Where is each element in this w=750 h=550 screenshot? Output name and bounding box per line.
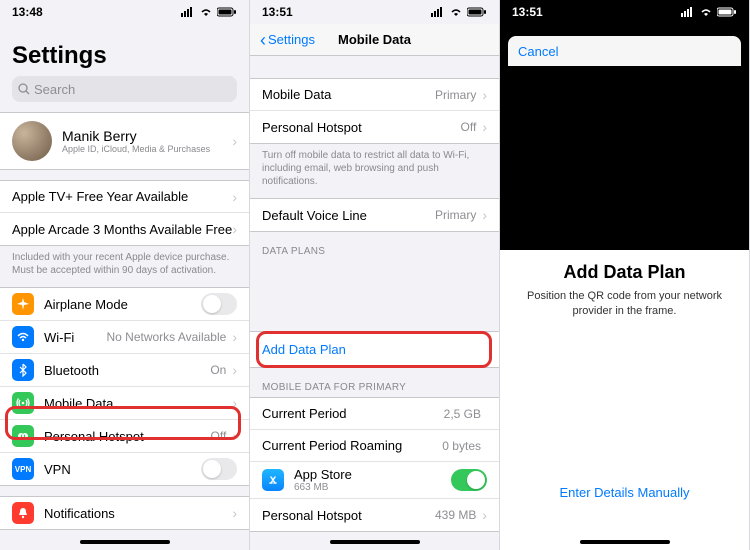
battery-icon [467, 7, 487, 17]
wifi-icon [199, 7, 213, 17]
chevron-right-icon: › [482, 87, 487, 103]
row-mobile-data[interactable]: Mobile Data › [0, 387, 249, 420]
home-indicator[interactable] [80, 540, 170, 544]
chevron-right-icon: › [232, 428, 237, 444]
home-indicator[interactable] [330, 540, 420, 544]
chevron-right-icon: › [232, 505, 237, 521]
add-data-plan-button[interactable]: Add Data Plan [250, 331, 499, 368]
status-bar: 13:48 [0, 0, 249, 24]
chevron-right-icon: › [482, 507, 487, 523]
search-placeholder: Search [34, 82, 75, 97]
bluetooth-icon [12, 359, 34, 381]
row-mobile-data[interactable]: Mobile Data Primary › [250, 79, 499, 111]
profile-name: Manik Berry [62, 128, 232, 144]
profile-sub: Apple ID, iCloud, Media & Purchases [62, 144, 232, 154]
chevron-right-icon: › [232, 329, 237, 345]
promo-footer: Included with your recent Apple device p… [0, 246, 249, 277]
screen-add-data-plan: 13:51 Cancel Add Data Plan Position the … [500, 0, 750, 550]
section-data-plans: DATA PLANS [250, 232, 499, 261]
row-hotspot-usage[interactable]: Personal Hotspot 439 MB › [250, 499, 499, 531]
chevron-right-icon: › [482, 207, 487, 223]
vpn-icon: VPN [12, 458, 34, 480]
nav-bar: ‹ Settings Mobile Data [250, 24, 499, 56]
cellular-icon [181, 7, 195, 17]
status-time: 13:51 [262, 5, 293, 19]
row-bluetooth[interactable]: Bluetooth On › [0, 354, 249, 387]
vpn-toggle[interactable] [201, 458, 237, 480]
enter-manually-button[interactable]: Enter Details Manually [500, 485, 749, 500]
chevron-right-icon: › [482, 119, 487, 135]
row-hotspot[interactable]: Personal Hotspot Off › [250, 111, 499, 143]
status-time: 13:51 [512, 5, 543, 19]
search-icon [18, 83, 30, 95]
promo-appletv[interactable]: Apple TV+ Free Year Available › [0, 181, 249, 213]
cellular-icon [681, 7, 695, 17]
row-vpn[interactable]: VPN VPN [0, 453, 249, 485]
promo-arcade[interactable]: Apple Arcade 3 Months Available Free › [0, 213, 249, 245]
chevron-right-icon: › [232, 395, 237, 411]
section-primary: MOBILE DATA FOR PRIMARY [250, 368, 499, 397]
avatar [12, 121, 52, 161]
data-note: Turn off mobile data to restrict all dat… [250, 144, 499, 188]
wifi-icon [449, 7, 463, 17]
airplane-toggle[interactable] [201, 293, 237, 315]
screen-mobile-data: 13:51 ‹ Settings Mobile Data Mobile Data… [250, 0, 500, 550]
home-indicator[interactable] [580, 540, 670, 544]
row-notifications[interactable]: Notifications › [0, 497, 249, 529]
add-plan-title: Add Data Plan [563, 262, 685, 283]
row-hotspot[interactable]: Personal Hotspot Off › [0, 420, 249, 453]
qr-camera-area: 13:51 Cancel [500, 0, 749, 250]
appstore-toggle[interactable] [451, 469, 487, 491]
link-icon [12, 425, 34, 447]
profile-row[interactable]: Manik Berry Apple ID, iCloud, Media & Pu… [0, 112, 249, 170]
status-time: 13:48 [12, 5, 43, 19]
wifi-icon [699, 7, 713, 17]
row-default-voice[interactable]: Default Voice Line Primary › [250, 199, 499, 231]
cancel-button[interactable]: Cancel [518, 44, 558, 59]
status-bar: 13:51 [250, 0, 499, 24]
cellular-icon [431, 7, 445, 17]
battery-icon [217, 7, 237, 17]
back-button[interactable]: ‹ Settings [260, 32, 315, 47]
page-title: Settings [0, 24, 249, 76]
screen-settings-root: 13:48 Settings Search Manik Berry Apple … [0, 0, 250, 550]
row-app-store[interactable]: App Store 663 MB [250, 462, 499, 499]
battery-icon [717, 7, 737, 17]
row-wifi[interactable]: Wi-Fi No Networks Available › [0, 321, 249, 354]
bell-icon [12, 502, 34, 524]
wifi-icon [12, 326, 34, 348]
chevron-right-icon: › [232, 133, 237, 149]
status-bar: 13:51 [500, 0, 749, 24]
chevron-right-icon: › [232, 221, 237, 237]
airplane-icon [12, 293, 34, 315]
appstore-icon [262, 469, 284, 491]
search-input[interactable]: Search [12, 76, 237, 102]
chevron-right-icon: › [232, 189, 237, 205]
add-plan-sub: Position the QR code from your network p… [516, 289, 733, 319]
row-airplane[interactable]: Airplane Mode [0, 288, 249, 321]
row-current-period: Current Period 2,5 GB [250, 398, 499, 430]
antenna-icon [12, 392, 34, 414]
row-roaming: Current Period Roaming 0 bytes [250, 430, 499, 462]
chevron-right-icon: › [232, 362, 237, 378]
